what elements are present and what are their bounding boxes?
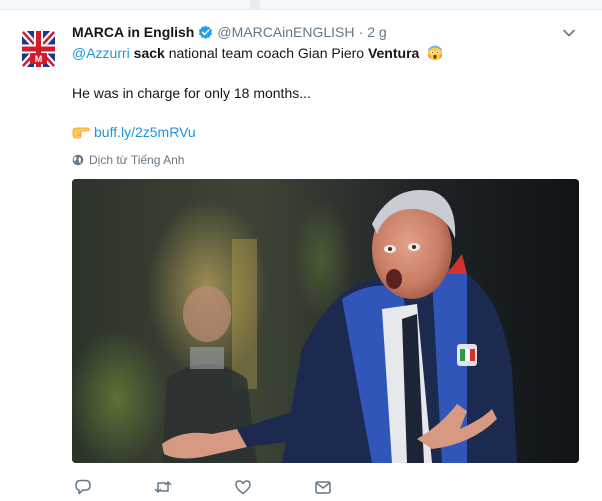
translate-tweet[interactable]: Dịch từ Tiếng Anh	[72, 152, 184, 168]
timeline-notch	[250, 0, 260, 10]
chevron-down-icon[interactable]	[562, 26, 576, 40]
verified-badge-icon	[198, 24, 213, 40]
tweet-link[interactable]: buff.ly/2z5mRVu	[94, 123, 196, 141]
heart-icon[interactable]	[234, 478, 252, 496]
globe-icon	[72, 154, 84, 166]
author-handle[interactable]: @MARCAinENGLISH	[217, 24, 354, 40]
tweet-actions	[72, 478, 372, 496]
envelope-icon[interactable]	[314, 478, 332, 496]
tweet-text-line: He was in charge for only 18 months...	[72, 85, 311, 101]
bold-word: Ventura	[367, 45, 420, 61]
tweet-link-line: buff.ly/2z5mRVu	[72, 123, 572, 141]
bold-word: sack	[133, 45, 165, 61]
tweet-text-middle: national team coach Gian Piero	[164, 45, 368, 61]
separator-dot: ·	[358, 24, 364, 40]
tweet-photo[interactable]	[72, 179, 579, 463]
svg-text:M: M	[35, 54, 43, 64]
tweet-text: @Azzurri sack national team coach Gian P…	[72, 44, 572, 141]
tweet-header: MARCA in English @MARCAinENGLISH · 2 g	[72, 21, 562, 43]
translate-label: Dịch từ Tiếng Anh	[89, 153, 185, 167]
author-name[interactable]: MARCA in English	[72, 24, 194, 40]
tweet-text-line: @Azzurri sack national team coach Gian P…	[72, 44, 572, 62]
tweet-timestamp[interactable]: 2 g	[367, 24, 386, 40]
retweet-icon[interactable]	[154, 478, 172, 496]
timeline-divider	[0, 0, 602, 10]
pointing-hand-emoji	[72, 125, 90, 139]
screaming-face-emoji	[427, 45, 443, 61]
avatar[interactable]: M	[22, 31, 55, 67]
reply-icon[interactable]	[74, 478, 92, 496]
mention-link[interactable]: @Azzurri	[72, 45, 130, 61]
tweet-card[interactable]: M MARCA in English @MARCAinENGLISH · 2 g…	[0, 10, 602, 501]
